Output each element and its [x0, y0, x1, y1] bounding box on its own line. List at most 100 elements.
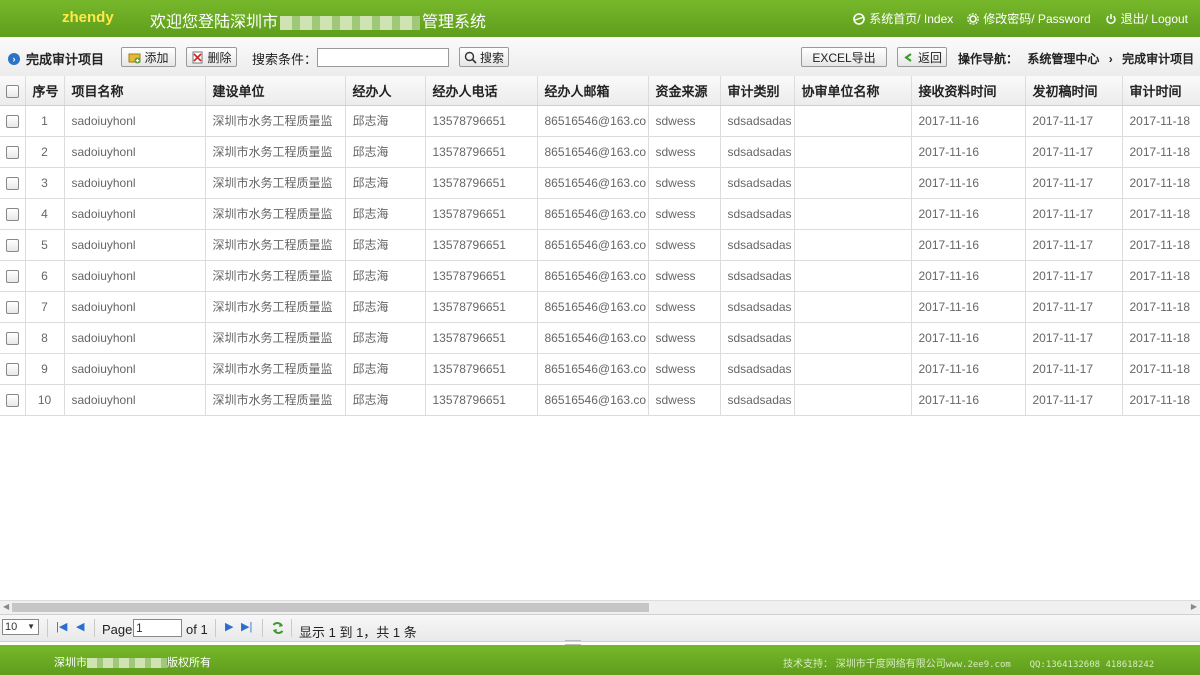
table-row[interactable]: 5 sadoiuyhonl 深圳市水务工程质量监 邱志海 13578796651 8651… — [0, 229, 1200, 261]
column-header[interactable]: 序号 — [25, 76, 65, 106]
breadcrumb-item[interactable]: 系统管理中心 — [1027, 52, 1099, 66]
table-cell: sdwess — [648, 353, 721, 385]
column-header[interactable]: 项目名称 — [64, 76, 206, 106]
support-site[interactable]: www.2ee9.com — [946, 660, 1011, 670]
table-cell: 2017-11-17 — [1025, 167, 1123, 199]
table-row[interactable]: 4 sadoiuyhonl 深圳市水务工程质量监 邱志海 13578796651 8651… — [0, 198, 1200, 230]
prev-page-icon[interactable]: ◀ — [76, 620, 84, 633]
table-cell: 13578796651 — [425, 229, 538, 261]
logout-link[interactable]: 退出/ Logout — [1105, 10, 1188, 27]
row-checkbox[interactable] — [5, 300, 19, 314]
row-checkbox[interactable] — [5, 362, 19, 376]
index-link[interactable]: 系统首页/ Index — [853, 10, 953, 27]
scroll-right-icon[interactable]: ▶ — [1191, 602, 1197, 611]
table-row[interactable]: 9 sadoiuyhonl 深圳市水务工程质量监 邱志海 13578796651 8651… — [0, 353, 1200, 385]
search-input[interactable] — [317, 48, 449, 67]
column-header[interactable]: 资金来源 — [648, 76, 721, 106]
table-cell: 2017-11-17 — [1025, 353, 1123, 385]
row-checkbox[interactable] — [5, 331, 19, 345]
table-cell: 2017-11-18 — [1122, 384, 1200, 416]
column-header[interactable]: 接收资料时间 — [911, 76, 1026, 106]
table-cell: 2017-11-17 — [1025, 105, 1123, 137]
column-header[interactable]: 经办人电话 — [425, 76, 538, 106]
table-cell: 深圳市水务工程质量监 — [205, 229, 346, 261]
row-checkbox[interactable] — [5, 176, 19, 190]
table-cell: 邱志海 — [345, 322, 426, 354]
scroll-left-icon[interactable]: ◀ — [3, 602, 9, 611]
row-checkbox[interactable] — [5, 393, 19, 407]
delete-button[interactable]: 删除 — [186, 47, 237, 67]
password-link-label: 修改密码/ Password — [983, 12, 1091, 26]
breadcrumb-item[interactable]: 完成审计项目 — [1122, 52, 1194, 66]
table-row[interactable]: 10 sadoiuyhonl 深圳市水务工程质量监 邱志海 13578796651 865… — [0, 384, 1200, 416]
delete-icon — [192, 51, 203, 63]
column-header[interactable]: 协审单位名称 — [794, 76, 912, 106]
pager-separator — [291, 619, 292, 637]
next-page-icon[interactable]: ▶ — [225, 620, 233, 633]
dropdown-arrow-icon: ▼ — [27, 622, 35, 631]
page-number-input[interactable]: 1 — [133, 619, 182, 637]
row-checkbox[interactable] — [5, 145, 19, 159]
table-cell: 13578796651 — [425, 260, 538, 292]
select-all-checkbox[interactable] — [5, 84, 19, 98]
copyright-prefix: 深圳市 — [54, 657, 87, 669]
table-cell: 2 — [25, 136, 65, 168]
support-qq: QQ:1364132608 418618242 — [1029, 660, 1155, 670]
column-header[interactable]: 发初稿时间 — [1025, 76, 1123, 106]
table-cell: 13578796651 — [425, 353, 538, 385]
page-title: › 完成审计项目 — [8, 49, 104, 68]
table-cell: 2017-11-17 — [1025, 136, 1123, 168]
table-row[interactable]: 7 sadoiuyhonl 深圳市水务工程质量监 邱志海 13578796651 8651… — [0, 291, 1200, 323]
delete-button-label: 删除 — [207, 50, 232, 65]
table-cell: sadoiuyhonl — [64, 136, 206, 168]
table-cell — [794, 353, 912, 385]
table-row[interactable]: 8 sadoiuyhonl 深圳市水务工程质量监 邱志海 13578796651 8651… — [0, 322, 1200, 354]
column-header[interactable]: 经办人 — [345, 76, 426, 106]
password-link[interactable]: 修改密码/ Password — [967, 10, 1091, 27]
table-row[interactable]: 2 sadoiuyhonl 深圳市水务工程质量监 邱志海 13578796651 8651… — [0, 136, 1200, 168]
table-cell: 邱志海 — [345, 105, 426, 137]
table-cell — [794, 384, 912, 416]
add-button[interactable]: 添加 — [121, 47, 176, 67]
row-checkbox[interactable] — [5, 269, 19, 283]
back-button[interactable]: 返回 — [897, 47, 947, 67]
pager-separator — [94, 619, 95, 637]
column-header[interactable]: 审计时间 — [1122, 76, 1200, 106]
table-cell: sdwess — [648, 322, 721, 354]
table-row[interactable]: 3 sadoiuyhonl 深圳市水务工程质量监 邱志海 13578796651 8651… — [0, 167, 1200, 199]
table-cell: 10 — [25, 384, 65, 416]
table-cell: 2017-11-18 — [1122, 291, 1200, 323]
pager-separator — [215, 619, 216, 637]
table-cell: sadoiuyhonl — [64, 105, 206, 137]
table-cell: 深圳市水务工程质量监 — [205, 353, 346, 385]
row-select-cell — [0, 136, 26, 168]
scrollbar-thumb[interactable] — [12, 603, 649, 612]
last-page-icon[interactable]: ▶| — [241, 620, 252, 633]
table-cell: 86516546@163.co — [537, 229, 649, 261]
column-header[interactable]: 建设单位 — [205, 76, 346, 106]
first-page-icon[interactable]: |◀ — [56, 620, 67, 633]
table-cell: sdsadsadas — [720, 322, 795, 354]
table-cell: sdwess — [648, 260, 721, 292]
row-checkbox[interactable] — [5, 207, 19, 221]
excel-export-button[interactable]: EXCEL导出 — [801, 47, 887, 67]
horizontal-scrollbar[interactable]: ◀ ▶ — [0, 600, 1200, 614]
table-cell: 9 — [25, 353, 65, 385]
page-size-select[interactable]: 10 ▼ — [2, 619, 39, 635]
row-checkbox[interactable] — [5, 238, 19, 252]
table-cell: 2017-11-18 — [1122, 229, 1200, 261]
column-header[interactable]: 经办人邮箱 — [537, 76, 649, 106]
table-cell: 2017-11-18 — [1122, 167, 1200, 199]
copyright-suffix: 版权所有 — [167, 657, 211, 669]
logo: zhendy — [62, 9, 114, 26]
search-button[interactable]: 搜索 — [459, 47, 509, 67]
row-checkbox[interactable] — [5, 114, 19, 128]
table-row[interactable]: 1 sadoiuyhonl 深圳市水务工程质量监 邱志海 13578796651 8651… — [0, 105, 1200, 137]
table-cell: 2017-11-18 — [1122, 322, 1200, 354]
column-header[interactable]: 审计类别 — [720, 76, 795, 106]
row-select-cell — [0, 353, 26, 385]
table-row[interactable]: 6 sadoiuyhonl 深圳市水务工程质量监 邱志海 13578796651 8651… — [0, 260, 1200, 292]
table-cell: 邱志海 — [345, 353, 426, 385]
support-company[interactable]: 深圳市千度网络有限公司 — [836, 659, 946, 670]
refresh-icon[interactable] — [271, 621, 285, 635]
